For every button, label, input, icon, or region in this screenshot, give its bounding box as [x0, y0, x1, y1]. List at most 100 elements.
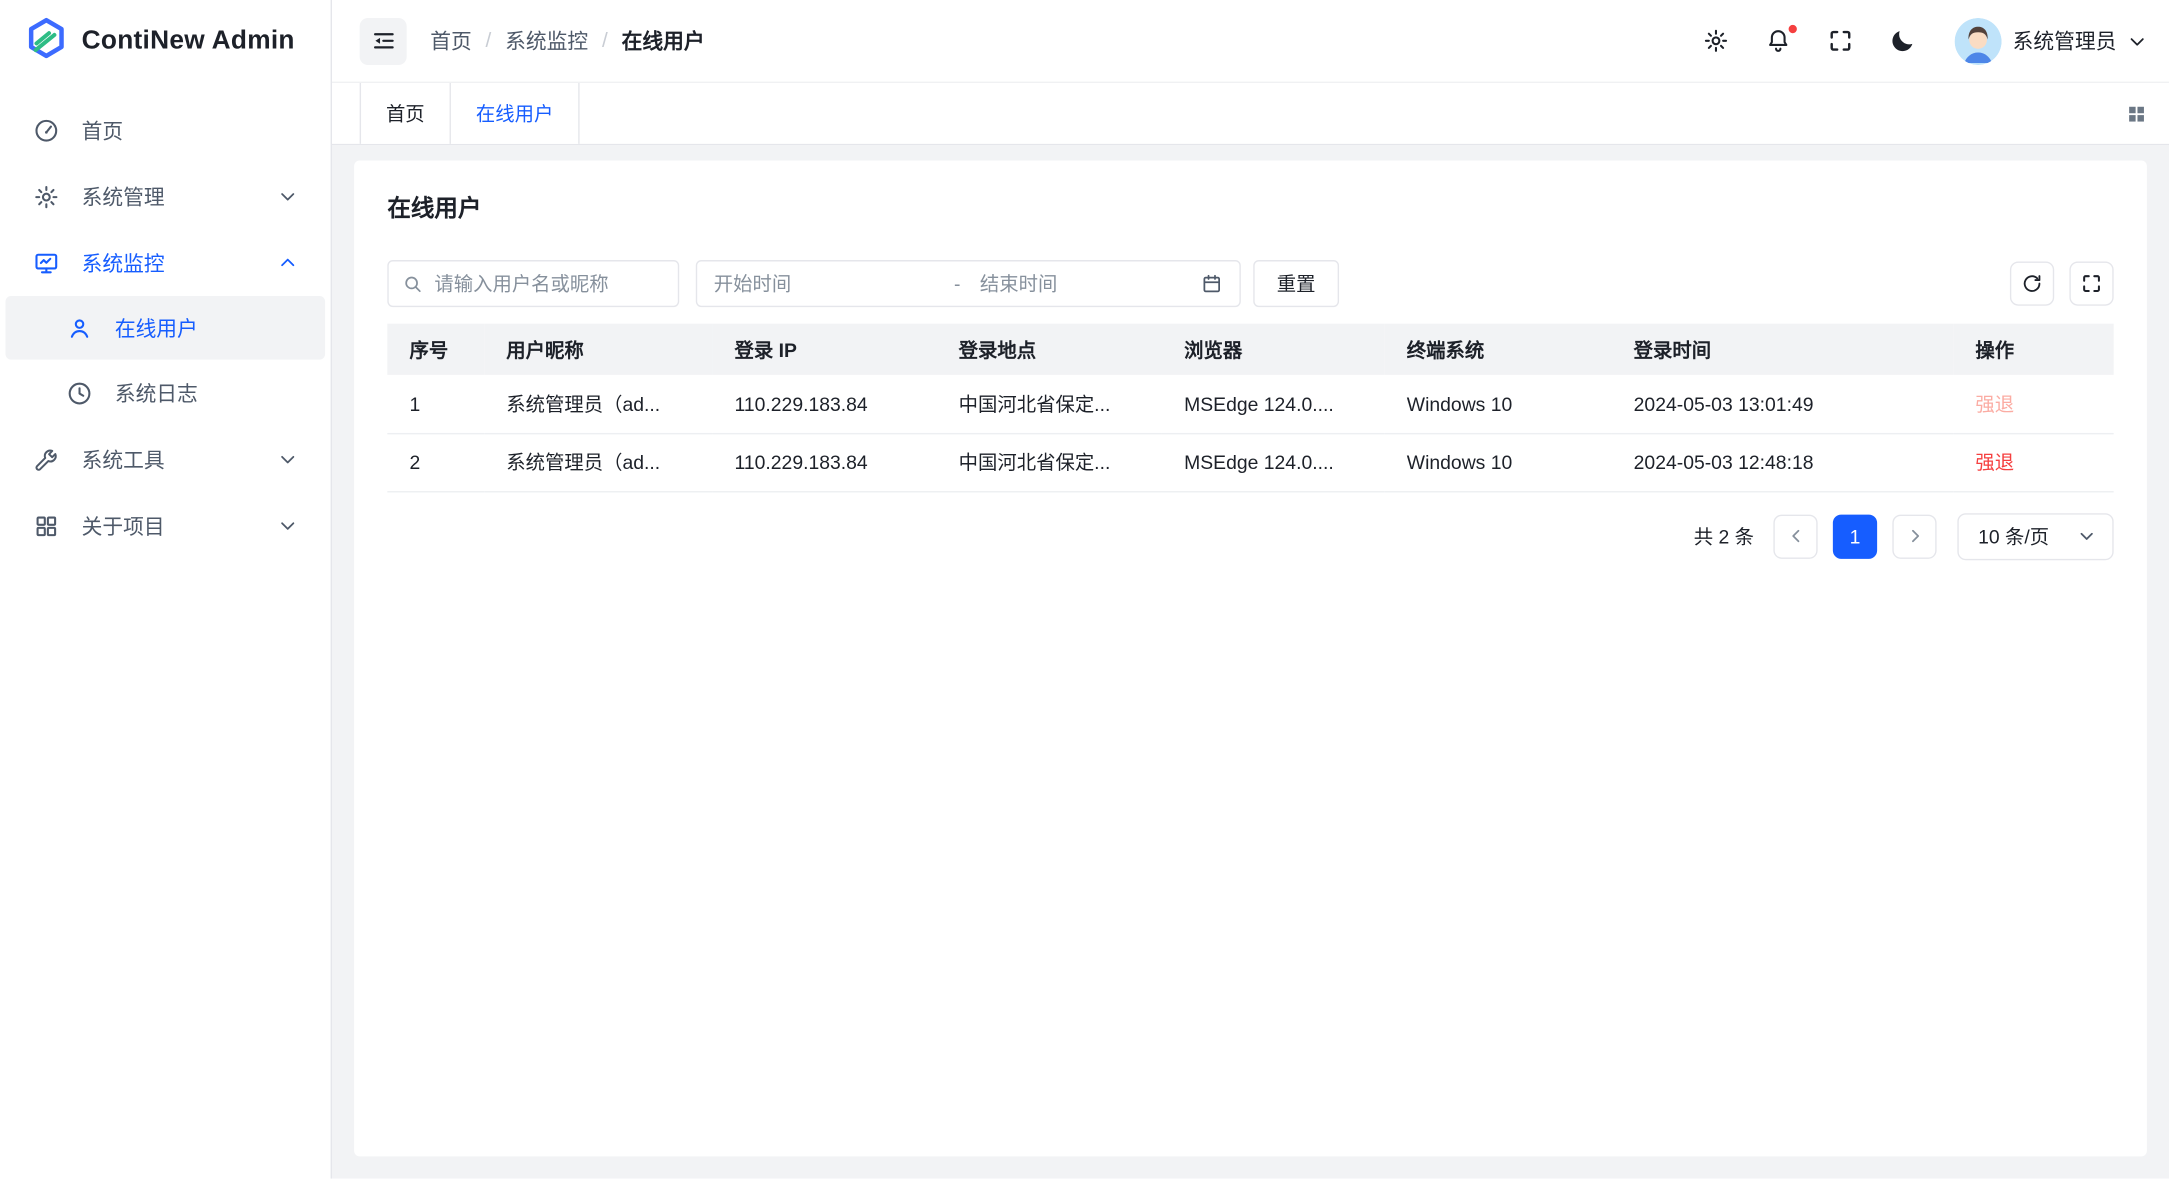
wrench-icon: [33, 446, 59, 472]
notification-bell-icon[interactable]: [1765, 27, 1793, 55]
refresh-button[interactable]: [2010, 261, 2054, 305]
sidebar-item-system-monitor[interactable]: 系统监控: [0, 230, 331, 296]
monitor-icon: [33, 250, 59, 276]
breadcrumb-separator: /: [602, 29, 608, 53]
grid-filled-icon: [2125, 102, 2149, 126]
chevron-right-icon: [1905, 527, 1923, 545]
col-nickname: 用户昵称: [484, 324, 712, 375]
grid-icon: [33, 513, 59, 539]
fullscreen-icon[interactable]: [1827, 27, 1855, 55]
tab-bar: 首页 在线用户: [332, 83, 2169, 145]
chevron-down-icon: [278, 516, 297, 535]
chevron-down-icon: [2128, 31, 2147, 50]
sidebar-item-home[interactable]: 首页: [0, 97, 331, 163]
search-field[interactable]: [387, 260, 679, 307]
app-logo[interactable]: ContiNew Admin: [0, 0, 331, 83]
clock-icon: [66, 380, 92, 406]
top-header: 首页 / 系统监控 / 在线用户: [332, 0, 2169, 83]
reset-button[interactable]: 重置: [1253, 260, 1339, 307]
date-range-picker[interactable]: 开始时间 - 结束时间: [696, 260, 1241, 307]
page-number-current[interactable]: 1: [1833, 514, 1877, 558]
online-users-card: 在线用户 开始时间 - 结束时间: [354, 160, 2147, 1156]
prev-page-button[interactable]: [1773, 514, 1817, 558]
sidebar-item-system-log[interactable]: 系统日志: [0, 360, 331, 426]
breadcrumb-system-monitor[interactable]: 系统监控: [505, 26, 588, 55]
pagination: 共 2 条 1 10 条/页: [387, 513, 2113, 560]
cell-os: Windows 10: [1385, 375, 1612, 433]
cell-login-time: 2024-05-03 12:48:18: [1612, 433, 1954, 491]
tab-online-users[interactable]: 在线用户: [451, 83, 580, 144]
refresh-icon: [2021, 273, 2043, 295]
tab-home[interactable]: 首页: [360, 83, 451, 144]
page-size-select[interactable]: 10 条/页: [1957, 513, 2113, 560]
cell-os: Windows 10: [1385, 433, 1612, 491]
tab-actions-button[interactable]: [2125, 83, 2169, 144]
chevron-down-icon: [278, 187, 297, 206]
search-input[interactable]: [434, 273, 664, 295]
table-fullscreen-button[interactable]: [2069, 261, 2113, 305]
col-login-time: 登录时间: [1612, 324, 1954, 375]
sidebar-item-online-users[interactable]: 在线用户: [6, 296, 326, 360]
sidebar: ContiNew Admin 首页 系统管理: [0, 0, 332, 1179]
force-logout-button[interactable]: 强退: [1975, 451, 2014, 473]
logo-hexagon-icon: [25, 17, 68, 67]
sidebar-item-label: 在线用户: [115, 313, 292, 342]
cell-browser: MSEdge 124.0....: [1162, 375, 1385, 433]
cell-nickname: 系统管理员（ad...: [484, 433, 712, 491]
date-end-placeholder[interactable]: 结束时间: [980, 270, 1201, 298]
date-range-separator: -: [935, 273, 980, 295]
app-window: ContiNew Admin 首页 系统管理: [0, 0, 2169, 1179]
header-actions: 系统管理员: [1703, 17, 2147, 64]
avatar: [1955, 17, 2002, 64]
col-os: 终端系统: [1385, 324, 1612, 375]
tab-label: 在线用户: [476, 100, 553, 128]
sidebar-item-label: 系统监控: [82, 248, 256, 277]
sidebar-item-label: 系统管理: [82, 182, 256, 211]
chevron-down-icon: [2078, 527, 2096, 545]
sidebar-item-label: 关于项目: [82, 511, 256, 540]
gear-icon: [33, 183, 59, 209]
sidebar-item-label: 首页: [82, 116, 298, 145]
tab-label: 首页: [386, 100, 425, 128]
user-name: 系统管理员: [2013, 26, 2117, 55]
menu-fold-icon: [370, 28, 396, 54]
settings-icon[interactable]: [1703, 27, 1731, 55]
page-content: 在线用户 开始时间 - 结束时间: [332, 145, 2169, 1178]
filter-toolbar: 开始时间 - 结束时间 重置: [387, 260, 2113, 307]
sidebar-item-system-tools[interactable]: 系统工具: [0, 426, 331, 492]
date-start-placeholder[interactable]: 开始时间: [714, 270, 935, 298]
next-page-button[interactable]: [1892, 514, 1936, 558]
online-users-table: 序号 用户昵称 登录 IP 登录地点 浏览器 终端系统 登录时间 操作 1: [387, 324, 2113, 492]
sidebar-item-about-project[interactable]: 关于项目: [0, 492, 331, 558]
dark-mode-moon-icon[interactable]: [1890, 27, 1918, 55]
cell-nickname: 系统管理员（ad...: [484, 375, 712, 433]
col-ip: 登录 IP: [712, 324, 936, 375]
sidebar-item-label: 系统工具: [82, 445, 256, 474]
sidebar-item-system-management[interactable]: 系统管理: [0, 163, 331, 229]
page-title: 在线用户: [387, 188, 2113, 223]
breadcrumb-home[interactable]: 首页: [430, 26, 472, 55]
cell-login-time: 2024-05-03 13:01:49: [1612, 375, 1954, 433]
table-actions: [2010, 261, 2114, 305]
chevron-down-icon: [278, 450, 297, 469]
force-logout-button-disabled: 强退: [1975, 393, 2014, 415]
cell-location: 中国河北省保定...: [936, 433, 1161, 491]
chevron-up-icon: [278, 253, 297, 272]
chevron-left-icon: [1787, 527, 1805, 545]
cell-ip: 110.229.183.84: [712, 375, 936, 433]
breadcrumb: 首页 / 系统监控 / 在线用户: [430, 26, 704, 55]
table-row: 2 系统管理员（ad... 110.229.183.84 中国河北省保定... …: [387, 433, 2113, 491]
table-header-row: 序号 用户昵称 登录 IP 登录地点 浏览器 终端系统 登录时间 操作: [387, 324, 2113, 375]
cell-ip: 110.229.183.84: [712, 433, 936, 491]
search-icon: [403, 273, 424, 294]
col-location: 登录地点: [936, 324, 1161, 375]
col-browser: 浏览器: [1162, 324, 1385, 375]
sidebar-item-label: 系统日志: [115, 378, 298, 407]
user-menu[interactable]: 系统管理员: [1955, 17, 2147, 64]
sidebar-collapse-button[interactable]: [360, 17, 407, 64]
calendar-icon: [1201, 273, 1223, 295]
user-icon: [66, 315, 92, 341]
table-row: 1 系统管理员（ad... 110.229.183.84 中国河北省保定... …: [387, 375, 2113, 433]
app-title: ContiNew Admin: [82, 26, 295, 56]
dashboard-icon: [33, 117, 59, 143]
